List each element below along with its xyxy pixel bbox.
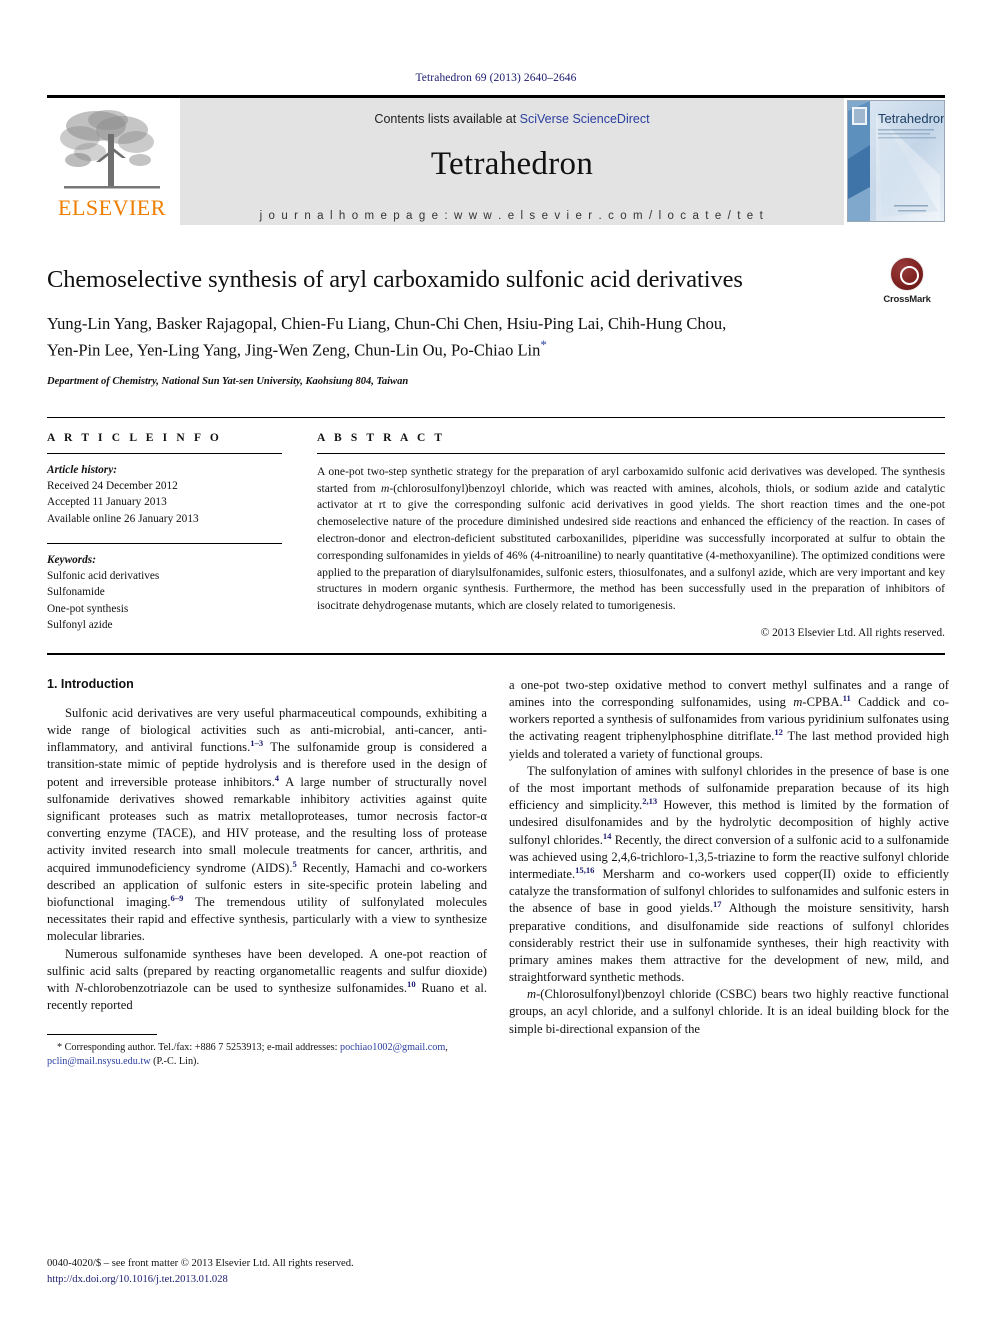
p2-text-b: -chlorobenzotriazole can be used to synt… [83,980,408,995]
keywords-rule [47,542,282,544]
p2-italic-N: N [75,980,84,995]
author-names: Yung-Lin Yang, Basker Rajagopal, Chien-F… [47,314,727,360]
issn-copyright-line: 0040-4020/$ – see front matter © 2013 El… [47,1258,354,1270]
contents-prefix: Contents lists available at [374,112,520,126]
running-head: Tetrahedron 69 (2013) 2640–2646 [415,72,577,84]
journal-homepage-line[interactable]: j o u r n a l h o m e p a g e : w w w . … [260,210,765,222]
page-footer: 0040-4020/$ – see front matter © 2013 El… [47,1256,487,1287]
cover-artwork-icon: Tetrahedron [848,101,944,221]
article-info-column: A R T I C L E I N F O Article history: R… [47,432,282,639]
info-abstract-section: A R T I C L E I N F O Article history: R… [47,416,945,639]
journal-masthead: ELSEVIER Contents lists available at Sci… [47,95,945,225]
article-history-block: Article history: Received 24 December 20… [47,462,282,527]
abstract-text: A one-pot two-step synthetic strategy fo… [317,464,945,615]
footnote-separator: , [445,1042,448,1054]
intro-paragraph-1: Sulfonic acid derivatives are very usefu… [47,705,487,946]
citation-ref[interactable]: 11 [843,693,851,703]
section-divider [47,652,945,655]
body-columns: 1. Introduction Sulfonic acid derivative… [47,677,949,1070]
history-online: Available online 26 January 2013 [47,512,199,525]
p1-text-c: A large number of structurally novel sul… [47,774,487,875]
citation-ref[interactable]: 12 [774,727,783,737]
keyword-item: One-pot synthesis [47,602,129,615]
p5-italic-m: m [527,987,537,1002]
intro-paragraph-3: a one-pot two-step oxidative method to c… [509,677,949,763]
footnote-block: * Corresponding author. Tel./fax: +886 7… [47,1034,487,1069]
keywords-block: Keywords: Sulfonic acid derivatives Sulf… [47,552,282,633]
citation-ref[interactable]: 1–3 [250,738,263,748]
keyword-item: Sulfonic acid derivatives [47,570,160,583]
doi-link[interactable]: http://dx.doi.org/10.1016/j.tet.2013.01.… [47,1272,487,1287]
history-accepted: Accepted 11 January 2013 [47,496,167,509]
crossmark-badge[interactable]: CrossMark [869,257,945,305]
keyword-item: Sulfonamide [47,586,105,599]
footnote-text-b: (P.-C. Lin). [150,1056,199,1068]
crossmark-icon [890,257,924,291]
introduction-heading: 1. Introduction [47,676,134,691]
corresponding-author-footnote: * Corresponding author. Tel./fax: +886 7… [47,1041,487,1069]
elsevier-wordmark: ELSEVIER [58,195,166,220]
svg-text:Tetrahedron: Tetrahedron [878,111,944,126]
journal-title: Tetrahedron [430,146,594,182]
keyword-item: Sulfonyl azide [47,618,113,631]
crossmark-label: CrossMark [883,294,931,305]
citation-ref[interactable]: 2,13 [642,796,657,806]
footnote-rule [47,1034,157,1036]
history-received: Received 24 December 2012 [47,479,178,492]
journal-cover-thumbnail[interactable]: Tetrahedron [847,100,945,222]
corresponding-author-marker: * [540,336,547,352]
affiliation: Department of Chemistry, National Sun Ya… [47,375,409,387]
title-block: CrossMark Chemoselective synthesis of ar… [47,257,945,387]
masthead-center: Contents lists available at SciVerse Sci… [180,98,844,225]
article-page: Tetrahedron 69 (2013) 2640–2646 ELSEVIER… [0,0,992,1323]
left-column: 1. Introduction Sulfonic acid derivative… [47,677,487,1070]
article-history-label: Article history: [47,463,117,476]
elsevier-logo: ELSEVIER [47,98,177,225]
keywords-label: Keywords: [47,553,96,566]
intro-paragraph-4: The sulfonylation of amines with sulfony… [509,763,949,986]
elsevier-tree-icon [60,110,160,189]
abstract-copyright: © 2013 Elsevier Ltd. All rights reserved… [760,626,945,639]
citation-ref[interactable]: 17 [713,899,722,909]
right-column: a one-pot two-step oxidative method to c… [509,677,949,1070]
article-info-heading: A R T I C L E I N F O [47,431,222,444]
intro-paragraph-2: Numerous sulfonamide syntheses have been… [47,946,487,1015]
abstract-rule [317,452,945,454]
abstract-column: A B S T R A C T A one-pot two-step synth… [317,432,945,639]
abstract-part-2: -(chlorosulfonyl)benzoyl chloride, which… [317,481,945,613]
citation-ref[interactable]: 6–9 [171,893,184,903]
page-title: Chemoselective synthesis of aryl carboxa… [47,266,743,293]
author-list: Yung-Lin Yang, Basker Rajagopal, Chien-F… [47,312,747,361]
p5-text-a: -(Chlorosulfonyl)benzoyl chloride (CSBC)… [509,987,949,1036]
email-link-primary[interactable]: pochiao1002@gmail.com [340,1042,445,1053]
contents-available-line: Contents lists available at SciVerse Sci… [374,112,649,126]
email-link-secondary[interactable]: pclin@mail.nsysu.edu.tw [47,1056,151,1067]
abstract-heading: A B S T R A C T [317,431,446,444]
citation-ref[interactable]: 10 [407,979,416,989]
article-info-rule [47,452,282,454]
sciencedirect-link[interactable]: SciVerse ScienceDirect [520,112,650,126]
footnote-text-a: Corresponding author. Tel./fax: +886 7 5… [62,1042,340,1054]
intro-paragraph-5: m-(Chlorosulfonyl)benzoyl chloride (CSBC… [509,986,949,1038]
p3-text-b: -CPBA. [802,695,843,710]
citation-ref[interactable]: 15,16 [575,865,594,875]
